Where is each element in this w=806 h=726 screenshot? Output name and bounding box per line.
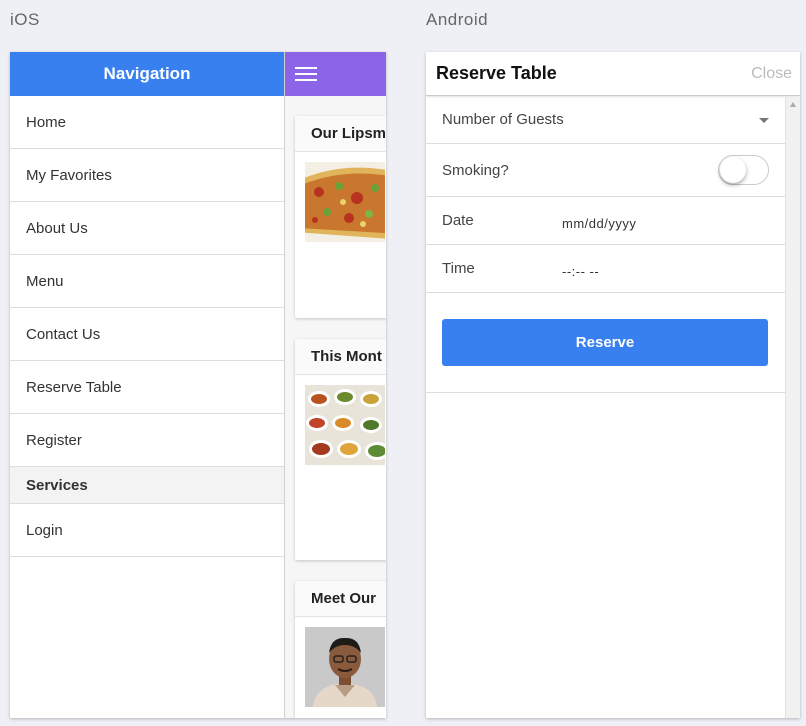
- smoking-label: Smoking?: [442, 161, 509, 179]
- food-bowls-image: [305, 385, 385, 465]
- reserve-header: Reserve Table Close: [426, 52, 800, 96]
- nav-item-register[interactable]: Register: [10, 414, 284, 467]
- nav-item-reserve-table[interactable]: Reserve Table: [10, 361, 284, 414]
- side-menu-header: Navigation: [10, 52, 284, 96]
- ios-platform-label: iOS: [10, 10, 40, 29]
- caret-down-icon: [759, 117, 769, 123]
- home-card-leader[interactable]: Meet Our: [295, 581, 386, 718]
- nav-item-home[interactable]: Home: [10, 96, 284, 149]
- home-page-content: Our Lipsm This Mont Meet Our: [285, 52, 386, 718]
- pizza-image: [305, 162, 385, 242]
- side-menu: Navigation Home My Favorites About Us Me…: [10, 52, 285, 718]
- toggle-knob: [720, 157, 746, 183]
- guests-select[interactable]: Number of Guests: [426, 96, 785, 144]
- side-menu-title: Navigation: [103, 64, 191, 83]
- menu-icon[interactable]: [295, 67, 317, 81]
- smoking-toggle[interactable]: [718, 155, 769, 185]
- home-toolbar: [285, 52, 386, 96]
- ios-device-preview: Navigation Home My Favorites About Us Me…: [10, 52, 386, 718]
- reserve-button[interactable]: Reserve: [442, 319, 768, 366]
- person-portrait-image: [305, 627, 385, 707]
- card-title: Our Lipsm: [295, 116, 386, 152]
- nav-item-menu[interactable]: Menu: [10, 255, 284, 308]
- page-title: Reserve Table: [436, 63, 557, 83]
- date-row: Date mm/dd/yyyy: [426, 197, 785, 245]
- nav-item-contact-us[interactable]: Contact Us: [10, 308, 284, 361]
- reserve-button-row: Reserve: [426, 293, 785, 393]
- nav-item-my-favorites[interactable]: My Favorites: [10, 149, 284, 202]
- time-input[interactable]: --:-- --: [562, 264, 599, 279]
- card-title: This Mont: [295, 339, 386, 375]
- android-device-preview: Reserve Table Close Number of Guests Smo…: [426, 52, 800, 718]
- date-input[interactable]: mm/dd/yyyy: [562, 216, 636, 231]
- home-card-promotion[interactable]: This Mont: [295, 339, 386, 560]
- scrollbar[interactable]: [785, 97, 800, 718]
- date-label: Date: [442, 212, 474, 229]
- nav-item-about-us[interactable]: About Us: [10, 202, 284, 255]
- home-card-dish[interactable]: Our Lipsm: [295, 116, 386, 318]
- time-row: Time --:-- --: [426, 245, 785, 293]
- android-platform-label: Android: [426, 10, 489, 29]
- smoking-row: Smoking?: [426, 144, 785, 197]
- guests-label: Number of Guests: [442, 111, 564, 128]
- card-title: Meet Our: [295, 581, 386, 617]
- close-button[interactable]: Close: [751, 65, 792, 83]
- time-label: Time: [442, 260, 475, 277]
- nav-section-services: Services: [10, 467, 284, 504]
- nav-item-login[interactable]: Login: [10, 504, 284, 557]
